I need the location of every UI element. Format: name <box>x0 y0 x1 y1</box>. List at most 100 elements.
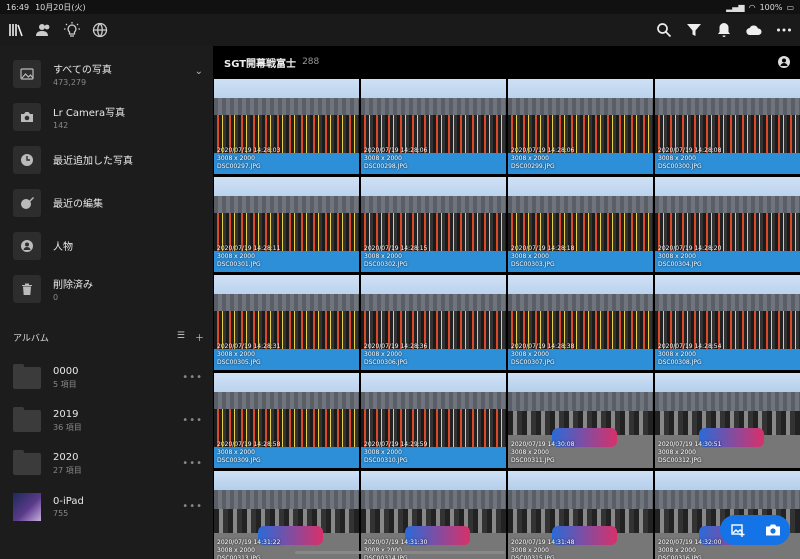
photo-date: 2020/07/19 14:28:03 <box>217 147 281 154</box>
album-title: 2020 <box>53 451 79 463</box>
photo-meta: 2020/07/19 14:28:18 3008 x 2000 DSC00303.J… <box>511 245 574 269</box>
photo-thumbnail[interactable]: 2020/07/19 14:28:38 3008 x 2000 DSC00307.J… <box>508 275 653 370</box>
photo-thumbnail[interactable]: 2020/07/19 14:31:303008 x 2000DSC00314.J… <box>361 471 506 559</box>
photo-filename: DSC00297.JPG <box>217 163 261 170</box>
sidebar-item-recent-edits[interactable]: 最近の編集 <box>0 181 213 224</box>
sidebar-item-count: 142 <box>53 120 69 130</box>
photo-meta: 2020/07/19 14:31:48 3008 x 2000 DSC00315.J… <box>511 539 574 559</box>
photo-thumbnail[interactable]: 2020/07/19 14:28:54 3008 x 2000 DSC00308.J… <box>655 275 800 370</box>
sidebar-item-people[interactable]: 人物 <box>0 224 213 267</box>
sidebar-item-count: 473,279 <box>53 77 87 87</box>
people-icon[interactable] <box>32 18 56 42</box>
more-icon[interactable]: ••• <box>182 415 203 426</box>
album-header: アルバム ☰ ＋ <box>0 318 213 356</box>
bell-icon[interactable] <box>712 18 736 42</box>
album-item-0-ipad[interactable]: 0-iPad 755 ••• <box>0 485 213 528</box>
library-icon[interactable] <box>4 18 28 42</box>
photo-thumbnail[interactable]: 2020/07/19 14:28:20 3008 x 2000 DSC00304.J… <box>655 177 800 272</box>
photo-date: 2020/07/19 14:28:06 <box>511 147 575 154</box>
photo-size: 3008 x 2000 <box>511 449 549 456</box>
add-photo-fab[interactable] <box>720 515 790 545</box>
sidebar-item-label: Lr Camera写真 <box>53 107 126 119</box>
album-title: 2019 <box>53 408 79 420</box>
status-bar: 16:49 10月20日(火) ▂▄▆ ◠ 100% ▭ <box>0 0 800 14</box>
globe-icon[interactable] <box>88 18 112 42</box>
album-item-2019[interactable]: 2019 36 項目 ••• <box>0 399 213 442</box>
photo-thumbnail[interactable]: 2020/07/19 14:30:51 3008 x 2000 DSC00312.J… <box>655 373 800 468</box>
photo-date: 2020/07/19 14:28:06 <box>364 147 428 154</box>
photo-date: 2020/07/19 14:31:48 <box>511 539 575 546</box>
photo-size: 3008 x 2000 <box>217 351 255 358</box>
sidebar-item-lr-camera[interactable]: Lr Camera写真 142 <box>0 95 213 138</box>
photo-count: 288 <box>302 57 320 67</box>
battery-icon: ▭ <box>786 2 794 12</box>
photo-meta: 2020/07/19 14:28:36 3008 x 2000 DSC00306.J… <box>364 343 427 367</box>
photo-size: 3008 x 2000 <box>511 155 549 162</box>
photo-thumbnail[interactable]: 2020/07/19 14:28:15 3008 x 2000 DSC00302.J… <box>361 177 506 272</box>
photo-thumbnail[interactable]: 2020/07/19 14:28:18 3008 x 2000 DSC00303.J… <box>508 177 653 272</box>
album-thumbnail <box>13 492 41 521</box>
photo-thumbnail[interactable]: 2020/07/19 14:28:36 3008 x 2000 DSC00306.J… <box>361 275 506 370</box>
photo-date: 2020/07/19 14:28:08 <box>658 147 722 154</box>
status-date: 10月20日(火) <box>35 2 86 12</box>
photo-thumbnail[interactable]: 2020/07/19 14:31:22 3008 x 2000 DSC00313.J… <box>214 471 359 559</box>
sidebar-item-recently-added[interactable]: 最近追加した写真 <box>0 138 213 181</box>
cloud-icon[interactable] <box>742 18 766 42</box>
photo-filename: DSC00298.JPG <box>364 163 408 170</box>
more-icon[interactable] <box>772 18 796 42</box>
search-icon[interactable] <box>652 18 676 42</box>
photo-thumbnail[interactable]: 2020/07/19 14:28:06 3008 x 2000 DSC00299.J… <box>508 79 653 174</box>
learn-icon[interactable] <box>60 18 84 42</box>
album-count: 36 項目 <box>53 422 82 432</box>
photo-size: 3008 x 2000 <box>658 547 696 554</box>
photo-thumbnail[interactable]: 2020/07/19 14:28:11 3008 x 2000 DSC00301.J… <box>214 177 359 272</box>
wifi-icon: ◠ <box>748 2 756 12</box>
photo-meta: 2020/07/19 14:28:20 3008 x 2000 DSC00304.J… <box>658 245 721 269</box>
photo-thumbnail[interactable]: 2020/07/19 14:28:06 3008 x 2000 DSC00298.J… <box>361 79 506 174</box>
photo-meta: 2020/07/19 14:28:58 3008 x 2000 DSC00309.J… <box>217 441 280 465</box>
photo-thumbnail[interactable]: 2020/07/19 14:29:59 3008 x 2000 DSC00310.J… <box>361 373 506 468</box>
photo-size: 3008 x 2000 <box>364 253 402 260</box>
album-item-0000[interactable]: 0000 5 項目 ••• <box>0 356 213 399</box>
import-icon[interactable] <box>730 522 746 538</box>
folder-icon <box>13 363 41 389</box>
photo-meta: 2020/07/19 14:28:38 3008 x 2000 DSC00307.J… <box>511 343 574 367</box>
more-icon[interactable]: ••• <box>182 372 203 383</box>
scrollbar[interactable] <box>295 551 505 554</box>
filter-icon[interactable] <box>682 18 706 42</box>
sort-icon[interactable]: ☰ <box>177 331 185 344</box>
photo-thumbnail[interactable]: 2020/07/19 14:28:03 3008 x 2000 DSC00297.J… <box>214 79 359 174</box>
photo-filename: DSC00304.JPG <box>658 261 702 268</box>
photo-thumbnail[interactable]: 2020/07/19 14:28:31 3008 x 2000 DSC00305.J… <box>214 275 359 370</box>
photo-size: 3008 x 2000 <box>217 155 255 162</box>
more-icon[interactable]: ••• <box>182 501 203 512</box>
photo-meta: 2020/07/19 14:28:31 3008 x 2000 DSC00305.J… <box>217 343 280 367</box>
album-title-bar: SGT開幕戦富士 288 <box>213 46 800 78</box>
album-count: 755 <box>53 508 69 518</box>
photo-size: 3008 x 2000 <box>658 449 696 456</box>
sidebar-item-all-photos[interactable]: すべての写真 473,279 ⌄ <box>0 52 213 95</box>
folder-icon <box>13 449 41 475</box>
album-name: SGT開幕戦富士 <box>224 58 297 70</box>
add-album-icon[interactable]: ＋ <box>195 331 204 344</box>
photo-size: 3008 x 2000 <box>217 253 255 260</box>
photo-meta: 2020/07/19 14:28:15 3008 x 2000 DSC00302.J… <box>364 245 427 269</box>
add-person-icon[interactable] <box>777 55 791 69</box>
more-icon[interactable]: ••• <box>182 458 203 469</box>
album-item-2020[interactable]: 2020 27 項目 ••• <box>0 442 213 485</box>
chevron-down-icon[interactable]: ⌄ <box>195 66 203 77</box>
photo-date: 2020/07/19 14:31:22 <box>217 539 281 546</box>
camera-icon[interactable] <box>765 522 781 538</box>
sidebar-item-deleted[interactable]: 削除済み 0 <box>0 267 213 310</box>
photo-thumbnail[interactable]: 2020/07/19 14:31:48 3008 x 2000 DSC00315.J… <box>508 471 653 559</box>
sidebar-item-label: 削除済み <box>53 279 93 291</box>
photo-thumbnail[interactable]: 2020/07/19 14:28:08 3008 x 2000 DSC00300.J… <box>655 79 800 174</box>
person-icon <box>13 231 41 260</box>
photos-icon <box>13 59 41 88</box>
trash-icon <box>13 274 41 303</box>
photo-filename: DSC00306.JPG <box>364 359 408 366</box>
photo-thumbnail[interactable]: 2020/07/19 14:30:08 3008 x 2000 DSC00311.J… <box>508 373 653 468</box>
photo-filename: DSC00303.JPG <box>511 261 555 268</box>
photo-filename: DSC00302.JPG <box>364 261 408 268</box>
photo-thumbnail[interactable]: 2020/07/19 14:28:58 3008 x 2000 DSC00309.J… <box>214 373 359 468</box>
